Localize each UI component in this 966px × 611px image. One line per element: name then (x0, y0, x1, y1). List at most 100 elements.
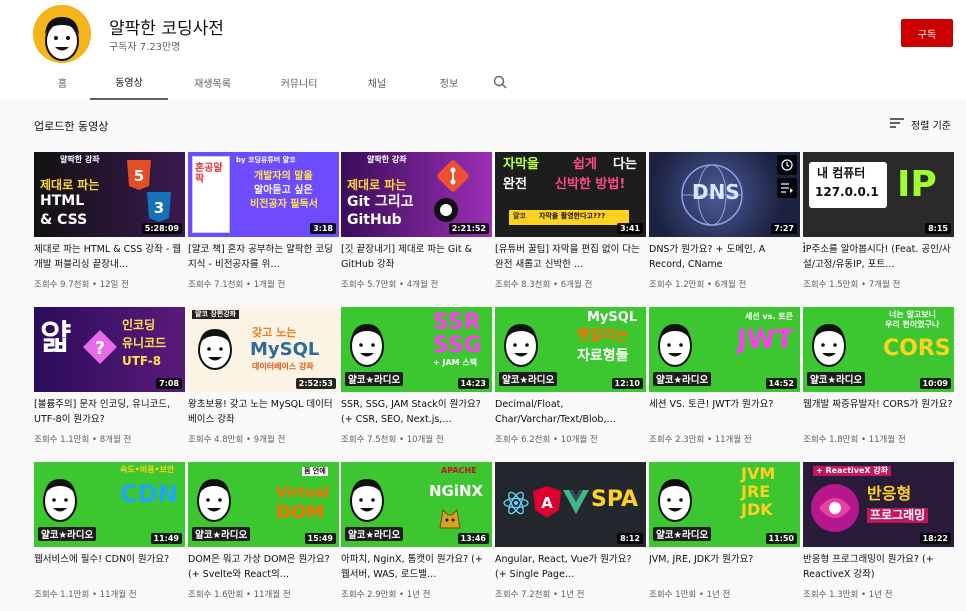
video-thumbnail[interactable]: SSR SSG + JAM 스택 얄코★라디오 14:23 (341, 307, 492, 392)
video-title[interactable]: 세션 VS. 토큰! JWT가 뭔가요? (649, 397, 800, 427)
video-card[interactable]: DNS 7:27 DNS가 뭔가요? + 도메인, A Record, CNam… (649, 152, 810, 290)
video-card[interactable]: APACHE NGiNX 얄코★라디오 13:46 아파치, NginX, 톰캣… (341, 462, 492, 600)
video-title[interactable]: [깃 끝장내기] 제대로 파는 Git & GitHub 강좌 (341, 242, 492, 272)
svg-text:5: 5 (134, 167, 144, 185)
tab-videos[interactable]: 동영상 (90, 64, 168, 100)
tab-playlists[interactable]: 재생목록 (168, 64, 257, 100)
video-card[interactable]: MySQL 헷갈리는 자료형들 얄코★라디오 12:10 Decimal/Flo… (495, 307, 646, 445)
video-title[interactable]: 아파치, NginX, 톰캣이 뭔가요? (+ 웹서버, WAS, 로드밸… (341, 552, 492, 582)
video-title[interactable]: Decimal/Float, Char/Varchar/Text/Blob,… (495, 397, 646, 427)
video-card[interactable]: A V SPA 8:12 Angular, React, Vue가 뭔가요? (… (495, 462, 646, 600)
video-title[interactable]: Angular, React, Vue가 뭔가요? (+ Single Page… (495, 552, 646, 582)
video-card[interactable]: 얄코 장편강좌 갖고 노는 MySQL 데이터베이스 강좌 2:52:53 왕초… (188, 307, 339, 445)
video-meta: 조회수 5.7만회 • 4개월 전 (341, 280, 439, 290)
video-duration: 3:41 (617, 223, 643, 234)
tomcat-icon (439, 508, 461, 529)
video-meta: 조회수 1.1만회 • 8개월 전 (34, 435, 132, 445)
video-thumbnail[interactable]: JVM JRE JDK 얄코★라디오 11:50 (649, 462, 800, 547)
video-thumbnail[interactable]: + ReactiveX 강좌 반응형 프로그래밍 18:22 (803, 462, 954, 547)
mascot-face-icon (658, 324, 692, 367)
video-card[interactable]: 혼공얄팍 by 코딩유튜버 얄코 개발자의 말을 알아듣고 싶은 비전공자 필독… (188, 152, 339, 290)
tab-community[interactable]: 커뮤니티 (257, 64, 341, 100)
add-to-queue-icon[interactable] (777, 178, 797, 198)
video-thumbnail[interactable]: 세션 vs. 토큰 JWT 얄코★라디오 14:52 (649, 307, 800, 392)
video-meta: 조회수 9.7천회 • 12일 전 (34, 280, 129, 290)
tab-about[interactable]: 정보 (413, 64, 485, 100)
video-title[interactable]: [유튜버 꿀팁] 자막을 편집 없이 다는 완전 새롭고 신박한 … (495, 242, 646, 272)
video-card[interactable]: 얄팍한 강좌 제대로 파는 Git 그리고 GitHub 2:21:52 [깃 … (341, 152, 492, 290)
video-duration: 18:22 (919, 533, 951, 544)
video-card[interactable]: JVM JRE JDK 얄코★라디오 11:50 JVM, JRE, JDK가 … (649, 462, 800, 600)
video-card[interactable]: 내 컴퓨터 127.0.0.1 IP 8:15 IP주소를 알아봅시다! (Fe… (803, 152, 954, 290)
video-card[interactable]: SSR SSG + JAM 스택 얄코★라디오 14:23 SSR, SSG, … (341, 307, 492, 445)
video-meta: 조회수 1.1만회 • 11개월 전 (34, 590, 137, 600)
svg-text:3: 3 (154, 199, 164, 217)
react-logo-icon (503, 491, 529, 515)
video-title[interactable]: [얄코 책] 혼자 공부하는 얄팍한 코딩지식 - 비전공자를 위… (188, 242, 339, 272)
mascot-face-icon (658, 479, 692, 522)
video-thumbnail[interactable]: 얇 ? 인코딩 유니코드 UTF-8 7:08 (34, 307, 185, 392)
video-duration: 10:09 (919, 378, 951, 389)
sort-button[interactable]: 정렬 기준 (890, 117, 951, 132)
channel-header: 얄팍한 코딩사전 구독자 7.23만명 구독 홈 동영상 재생목록 커뮤니티 채… (0, 0, 966, 100)
video-title[interactable]: 반응형 프로그래밍이 뭔가요? (+ ReactiveX 강좌) (803, 552, 954, 582)
video-duration: 2:52:53 (295, 378, 336, 389)
video-meta: 조회수 6.2천회 • 10개월 전 (495, 435, 598, 445)
video-card[interactable]: 세션 vs. 토큰 JWT 얄코★라디오 14:52 세션 VS. 토큰! JW… (649, 307, 800, 445)
video-card[interactable]: 얄팍한 강좌 제대로 파는 HTML & CSS 5 3 5:28:09 제대로… (34, 152, 185, 290)
video-meta: 조회수 1.5만회 • 7개월 전 (803, 280, 901, 290)
video-thumbnail[interactable]: 속도•비용•보안 CDN 얄코★라디오 11:49 (34, 462, 185, 547)
video-meta: 조회수 1.3만회 • 1년 전 (803, 590, 893, 600)
html5-logo-icon: 5 (127, 160, 151, 190)
video-card[interactable]: + ReactiveX 강좌 반응형 프로그래밍 18:22 반응형 프로그래밍… (803, 462, 954, 600)
search-icon[interactable] (485, 64, 515, 100)
video-title[interactable]: 웹개발 짜증유발자! CORS가 뭔가요? (803, 397, 954, 427)
video-thumbnail[interactable]: 혼공얄팍 by 코딩유튜버 얄코 개발자의 말을 알아듣고 싶은 비전공자 필독… (188, 152, 339, 237)
video-thumbnail[interactable]: APACHE NGiNX 얄코★라디오 13:46 (341, 462, 492, 547)
video-card[interactable]: 속도•비용•보안 CDN 얄코★라디오 11:49 웹서비스에 필수! CDN이… (34, 462, 185, 600)
video-title[interactable]: 웹서비스에 필수! CDN이 뭔가요? (34, 552, 185, 582)
video-thumbnail[interactable]: A V SPA 8:12 (495, 462, 646, 547)
svg-text:A: A (541, 494, 553, 512)
mascot-face-icon (198, 329, 232, 370)
sort-icon (890, 118, 904, 131)
watch-later-icon[interactable] (777, 155, 797, 175)
video-card[interactable]: 몸 안에 Virtual DOM 얄코★라디오 15:49 DOM은 뭐고 가상… (188, 462, 339, 600)
video-title[interactable]: SSR, SSG, JAM Stack이 뭔가요? (+ CSR, SEO, N… (341, 397, 492, 427)
subscriber-count: 구독자 7.23만명 (109, 42, 181, 53)
video-thumbnail[interactable]: DNS 7:27 (649, 152, 800, 237)
subscribe-button[interactable]: 구독 (901, 19, 953, 47)
video-thumbnail[interactable]: 얄팍한 강좌 제대로 파는 HTML & CSS 5 3 5:28:09 (34, 152, 185, 237)
section-title: 업로드한 동영상 (34, 120, 109, 133)
video-thumbnail[interactable]: 내 컴퓨터 127.0.0.1 IP 8:15 (803, 152, 954, 237)
video-title[interactable]: 왕초보용! 갖고 노는 MySQL 데이터베이스 강좌 (188, 397, 339, 427)
video-meta: 조회수 7.2천회 • 1년 전 (495, 590, 585, 600)
video-thumbnail[interactable]: 얄팍한 강좌 제대로 파는 Git 그리고 GitHub 2:21:52 (341, 152, 492, 237)
video-thumbnail[interactable]: 얄코 장편강좌 갖고 노는 MySQL 데이터베이스 강좌 2:52:53 (188, 307, 339, 392)
git-logo-icon (437, 160, 469, 192)
video-meta: 조회수 1.8만회 • 11개월 전 (803, 435, 906, 445)
mascot-face-icon (350, 479, 384, 522)
mascot-face-icon (504, 324, 538, 367)
video-title[interactable]: [볼륨주의] 문자 인코딩, 유니코드, UTF-8이 뭔가요? (34, 397, 185, 427)
mascot-face-icon (812, 324, 846, 367)
video-duration: 8:12 (617, 533, 643, 544)
video-duration: 11:49 (150, 533, 182, 544)
video-card[interactable]: 너는 알고보니 우리 편이었구나 CORS 얄코★라디오 10:09 웹개발 짜… (803, 307, 954, 445)
video-title[interactable]: IP주소를 알아봅시다! (Feat. 공인/사설/고정/유동IP, 포트… (803, 242, 954, 272)
video-thumbnail[interactable]: 너는 알고보니 우리 편이었구나 CORS 얄코★라디오 10:09 (803, 307, 954, 392)
video-card[interactable]: 얇 ? 인코딩 유니코드 UTF-8 7:08 [볼륨주의] 문자 인코딩, 유… (34, 307, 185, 445)
video-duration: 12:10 (611, 378, 643, 389)
video-title[interactable]: JVM, JRE, JDK가 뭔가요? (649, 552, 800, 582)
tab-channels[interactable]: 채널 (341, 64, 413, 100)
channel-avatar[interactable] (33, 5, 91, 63)
tab-home[interactable]: 홈 (35, 64, 90, 100)
video-thumbnail[interactable]: 자막을 쉽게 다는 완전 신박한 방법! 얄코 자막을 촬영한다고??? 3:4… (495, 152, 646, 237)
video-title[interactable]: 제대로 파는 HTML & CSS 강좌 - 웹개발 퍼블리싱 끝장내… (34, 242, 185, 272)
video-thumbnail[interactable]: MySQL 헷갈리는 자료형들 얄코★라디오 12:10 (495, 307, 646, 392)
video-duration: 14:23 (457, 378, 489, 389)
video-thumbnail[interactable]: 몸 안에 Virtual DOM 얄코★라디오 15:49 (188, 462, 339, 547)
video-title[interactable]: DNS가 뭔가요? + 도메인, A Record, CName (649, 242, 800, 272)
video-title[interactable]: DOM은 뭐고 가상 DOM은 뭔가요? (+ Svelte와 React의… (188, 552, 339, 582)
video-card[interactable]: 자막을 쉽게 다는 완전 신박한 방법! 얄코 자막을 촬영한다고??? 3:4… (495, 152, 646, 290)
